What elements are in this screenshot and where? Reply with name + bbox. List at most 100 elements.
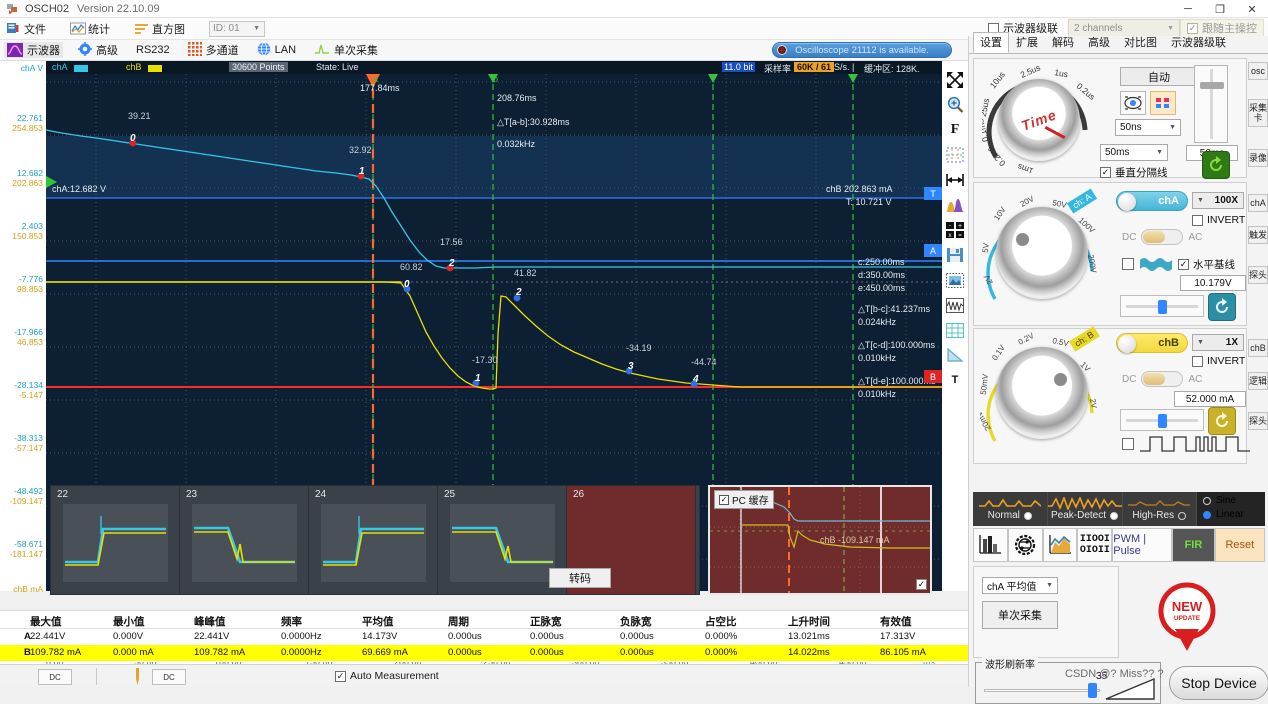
dc-coupling-b-button[interactable]: DC: [152, 669, 186, 685]
timebase-reset-icon[interactable]: [1202, 151, 1230, 179]
binary-icon[interactable]: IIOOIOIOII: [1077, 528, 1112, 562]
refresh-slider-thumb[interactable]: [1088, 683, 1097, 698]
coupling-toggle[interactable]: [1141, 371, 1183, 387]
table-row[interactable]: B 109.782 mA 0.000 mA 109.782 mA 0.0000H…: [0, 645, 968, 661]
channel-a-reset-icon[interactable]: [1208, 293, 1236, 321]
time-knob[interactable]: 2.5us 1us 0.2us 10us 25us 0.1ms 0.2ms 1m…: [982, 65, 1102, 173]
math-icon[interactable]: -+x=: [944, 219, 966, 241]
channel-a-gain-select[interactable]: ▼ 100X: [1192, 192, 1244, 209]
channel-b-gain-select[interactable]: ▼ 1X: [1192, 334, 1244, 351]
channel-b-toggle[interactable]: chB: [1116, 333, 1188, 353]
channel-b-pulse-toggle[interactable]: [1122, 433, 1250, 455]
tool-oscilloscope[interactable]: 示波器: [4, 42, 63, 58]
tab-advanced[interactable]: 高级: [1081, 32, 1117, 53]
thumbnail-item[interactable]: 23: [180, 486, 309, 594]
table-row[interactable]: A 22.441V 0.000V 22.441V 0.0000Hz 14.173…: [0, 629, 968, 645]
side-tab-probe-a[interactable]: 探头: [1248, 266, 1268, 284]
waveform-plot[interactable]: chA chB 30600 Points State: Live 11.0 bi…: [46, 61, 942, 591]
auto-button[interactable]: 自动: [1120, 67, 1198, 86]
pwm-pulse-button[interactable]: PWM | Pulse: [1112, 528, 1172, 562]
thumbnail-item[interactable]: 25: [438, 486, 567, 594]
interp-sine[interactable]: Sine: [1203, 495, 1265, 506]
coupling-toggle[interactable]: [1141, 229, 1183, 245]
vertical-grid-checkbox[interactable]: ✓ 垂直分隔线: [1100, 165, 1168, 180]
peak-icon[interactable]: [944, 194, 966, 216]
side-tab-probe-b[interactable]: 探头: [1248, 412, 1268, 430]
tab-settings[interactable]: 设置: [973, 32, 1009, 53]
new-update-badge[interactable]: NEW UPDATE: [1155, 581, 1219, 653]
side-tab-osc[interactable]: osc: [1248, 62, 1268, 80]
menu-item-file[interactable]: 文件: [6, 21, 46, 37]
tool-rs232[interactable]: RS232: [133, 44, 173, 56]
mode-high-res[interactable]: High-Res: [1123, 492, 1198, 526]
radio-icon[interactable]: [1203, 511, 1211, 519]
slider-thumb[interactable]: [1158, 414, 1167, 428]
table-icon[interactable]: [944, 319, 966, 341]
text-icon[interactable]: T: [944, 369, 966, 391]
side-tab-logic[interactable]: 逻辑: [1248, 372, 1268, 390]
checkbox-box[interactable]: [1122, 438, 1134, 450]
auto-measurement-checkbox[interactable]: ✓ Auto Measurement: [335, 670, 439, 682]
radio-icon[interactable]: [1203, 497, 1211, 505]
radio-icon[interactable]: [1024, 512, 1032, 520]
trigger-badge[interactable]: T: [924, 187, 942, 200]
ruler-icon[interactable]: [944, 344, 966, 366]
channel-b-offset-slider[interactable]: [1120, 409, 1204, 431]
side-tab-card[interactable]: 采集卡: [1248, 99, 1268, 127]
reset-button[interactable]: Reset: [1215, 528, 1265, 562]
tool-single-capture[interactable]: 单次采集: [311, 42, 381, 59]
decode-button[interactable]: 转码: [549, 568, 611, 588]
device-id-select[interactable]: ID: 01 ▼: [209, 21, 265, 37]
mode-peak-detect[interactable]: Peak-Detect: [1048, 492, 1123, 526]
channel-b-invert-checkbox[interactable]: INVERT: [1192, 355, 1245, 367]
fine-timebase-select[interactable]: 50ns ▼: [1115, 119, 1181, 136]
zoom-in-icon[interactable]: [944, 94, 966, 116]
tab-cascade[interactable]: 示波器级联: [1164, 32, 1233, 53]
image-icon[interactable]: [944, 269, 966, 291]
channel-b-dial[interactable]: [996, 347, 1088, 439]
slider-thumb[interactable]: [1200, 82, 1224, 89]
maximize-icon[interactable]: ❐: [1204, 0, 1236, 18]
channel-a-dial[interactable]: [996, 207, 1088, 299]
dc-coupling-a-button[interactable]: DC: [38, 669, 72, 685]
cha-level-handle[interactable]: [46, 176, 56, 188]
tool-multichannel[interactable]: 多通道: [185, 42, 242, 59]
side-tab-record[interactable]: 录像: [1248, 149, 1268, 167]
tab-compare[interactable]: 对比图: [1117, 32, 1164, 53]
expand-icon[interactable]: [944, 69, 966, 91]
channel-a-toggle[interactable]: chA: [1116, 191, 1188, 211]
measure-source-select[interactable]: chA 平均值 ▼: [982, 577, 1058, 594]
channel-b-knob[interactable]: 0.2V 0.5V 1V 0.1V 50mV 20mV 2V ch: B: [980, 331, 1106, 457]
channel-b-reset-icon[interactable]: [1208, 407, 1236, 435]
pc-cache-checkbox[interactable]: ✓ PC 缓存: [714, 490, 774, 509]
area-chart-icon[interactable]: [1043, 528, 1078, 562]
pc-corner-checkbox[interactable]: ✓: [916, 579, 927, 590]
stop-device-button[interactable]: Stop Device: [1169, 666, 1268, 700]
tool-lan[interactable]: LAN: [254, 42, 299, 59]
side-tab-chb[interactable]: chB: [1248, 339, 1268, 357]
tab-decode[interactable]: 解码: [1045, 32, 1081, 53]
time-knob-dial[interactable]: Time: [998, 79, 1080, 161]
save-icon[interactable]: [944, 244, 966, 266]
thumbnail-item[interactable]: 22: [51, 486, 180, 594]
channel-a-hbaseline-checkbox[interactable]: ✓ 水平基线: [1178, 257, 1235, 272]
width-icon[interactable]: [944, 169, 966, 191]
wave-view-icon[interactable]: [944, 294, 966, 316]
channel-a-coupling[interactable]: DC AC: [1122, 229, 1202, 245]
pc-cache-panel[interactable]: ✓ PC 缓存 chB -109.147 mA ✓: [708, 485, 932, 595]
font-icon[interactable]: F: [944, 119, 966, 141]
minimize-icon[interactable]: ─: [1172, 0, 1204, 18]
eye-icon[interactable]: [1120, 91, 1146, 115]
channel-a-wave-toggle[interactable]: [1122, 255, 1172, 273]
tab-extend[interactable]: 扩展: [1009, 32, 1045, 53]
channel-a-offset-slider[interactable]: [1120, 295, 1204, 317]
interp-linear[interactable]: Linear: [1203, 509, 1265, 520]
timebase-vertical-slider[interactable]: [1194, 65, 1228, 143]
fir-button[interactable]: FIR: [1172, 528, 1215, 562]
single-capture-button[interactable]: 单次采集: [982, 601, 1058, 629]
settings-gear-icon[interactable]: [1008, 528, 1043, 562]
thumbnail-item[interactable]: 24: [309, 486, 438, 594]
radio-icon[interactable]: [1178, 512, 1186, 520]
cha-badge[interactable]: A: [924, 244, 942, 257]
channel-a-knob[interactable]: 20V 50V 100V 10V 5V 2V 200V ch: A: [980, 189, 1106, 315]
